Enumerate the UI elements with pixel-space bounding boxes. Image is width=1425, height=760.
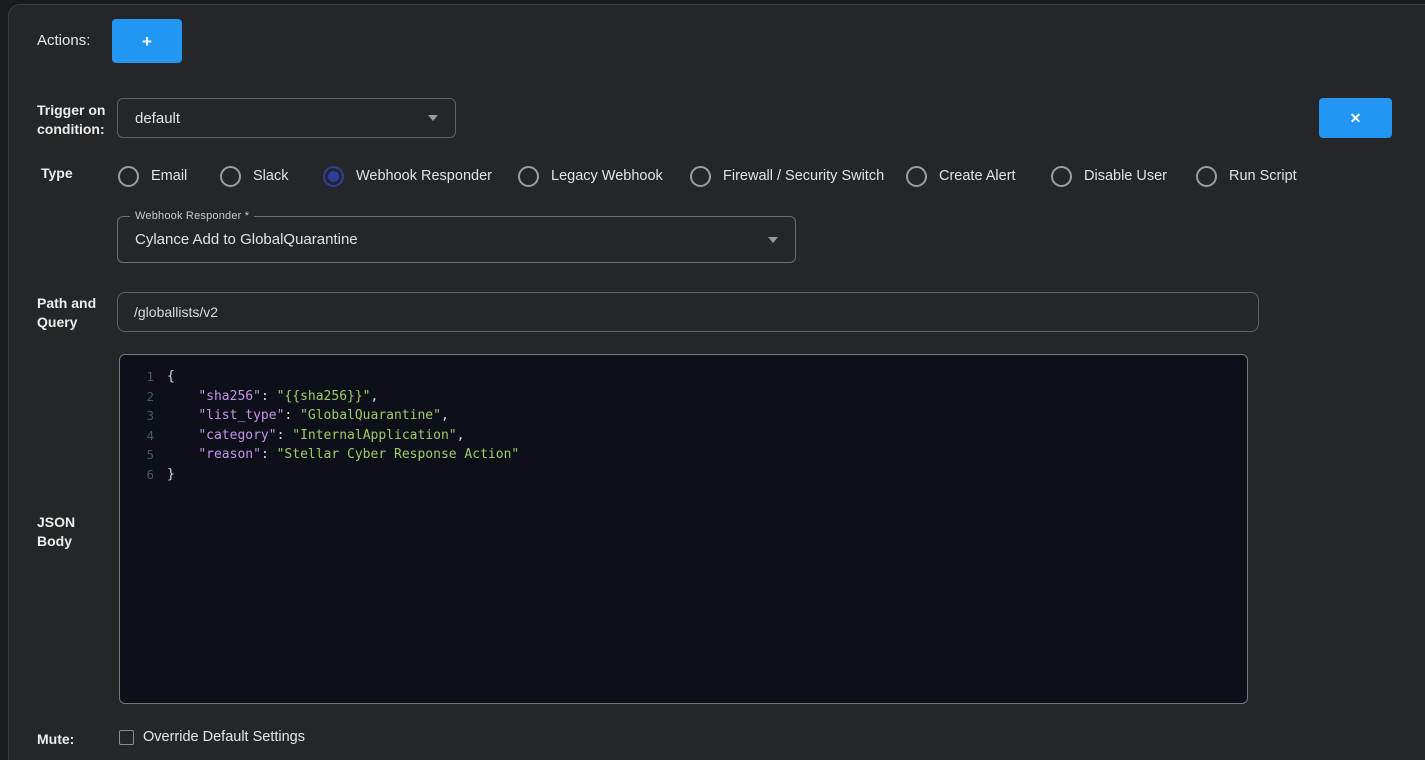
- remove-action-button[interactable]: ✕: [1319, 98, 1392, 138]
- type-label: Type: [41, 164, 73, 183]
- type-radio-firewall-security-switch[interactable]: Firewall / Security Switch: [690, 165, 884, 187]
- type-radio-slack[interactable]: Slack: [220, 165, 288, 187]
- chevron-down-icon: [428, 115, 438, 121]
- plus-icon: +: [142, 33, 152, 50]
- checkbox-icon[interactable]: [119, 730, 134, 745]
- webhook-responder-value: Cylance Add to GlobalQuarantine: [118, 231, 768, 248]
- path-query-input[interactable]: /globallists/v2: [117, 292, 1259, 332]
- add-action-button[interactable]: +: [112, 19, 182, 63]
- path-query-value: /globallists/v2: [134, 304, 218, 320]
- radio-icon: [1051, 166, 1072, 187]
- actions-label: Actions:: [37, 32, 90, 49]
- type-radio-webhook-responder[interactable]: Webhook Responder: [323, 165, 492, 187]
- chevron-down-icon: [768, 237, 778, 243]
- type-radio-disable-user[interactable]: Disable User: [1051, 165, 1167, 187]
- radio-selected-icon: [323, 166, 344, 187]
- trigger-condition-value: default: [118, 110, 428, 127]
- type-radio-run-script[interactable]: Run Script: [1196, 165, 1297, 187]
- type-radio-email[interactable]: Email: [118, 165, 187, 187]
- mute-label: Mute:: [37, 730, 74, 749]
- trigger-condition-label: Trigger on condition:: [37, 101, 117, 139]
- webhook-responder-select[interactable]: Webhook Responder * Cylance Add to Globa…: [117, 216, 796, 263]
- type-radio-create-alert[interactable]: Create Alert: [906, 165, 1016, 187]
- radio-icon: [518, 166, 539, 187]
- radio-icon: [220, 166, 241, 187]
- radio-icon: [906, 166, 927, 187]
- radio-icon: [118, 166, 139, 187]
- webhook-responder-float-label: Webhook Responder *: [130, 209, 254, 224]
- json-body-label: JSON Body: [37, 513, 92, 551]
- override-default-settings-label: Override Default Settings: [143, 729, 305, 745]
- action-config-panel: Actions: + Trigger on condition: default…: [8, 4, 1425, 760]
- type-radio-legacy-webhook[interactable]: Legacy Webhook: [518, 165, 663, 187]
- close-icon: ✕: [1350, 111, 1362, 125]
- json-code-lines: 1{2 "sha256": "{{sha256}}",3 "list_type"…: [128, 367, 1235, 484]
- path-query-label: Path and Query: [37, 294, 107, 332]
- override-default-settings-checkbox-row[interactable]: Override Default Settings: [119, 729, 305, 745]
- trigger-condition-select[interactable]: default: [117, 98, 456, 138]
- json-body-editor[interactable]: 1{2 "sha256": "{{sha256}}",3 "list_type"…: [119, 354, 1248, 704]
- radio-icon: [1196, 166, 1217, 187]
- radio-icon: [690, 166, 711, 187]
